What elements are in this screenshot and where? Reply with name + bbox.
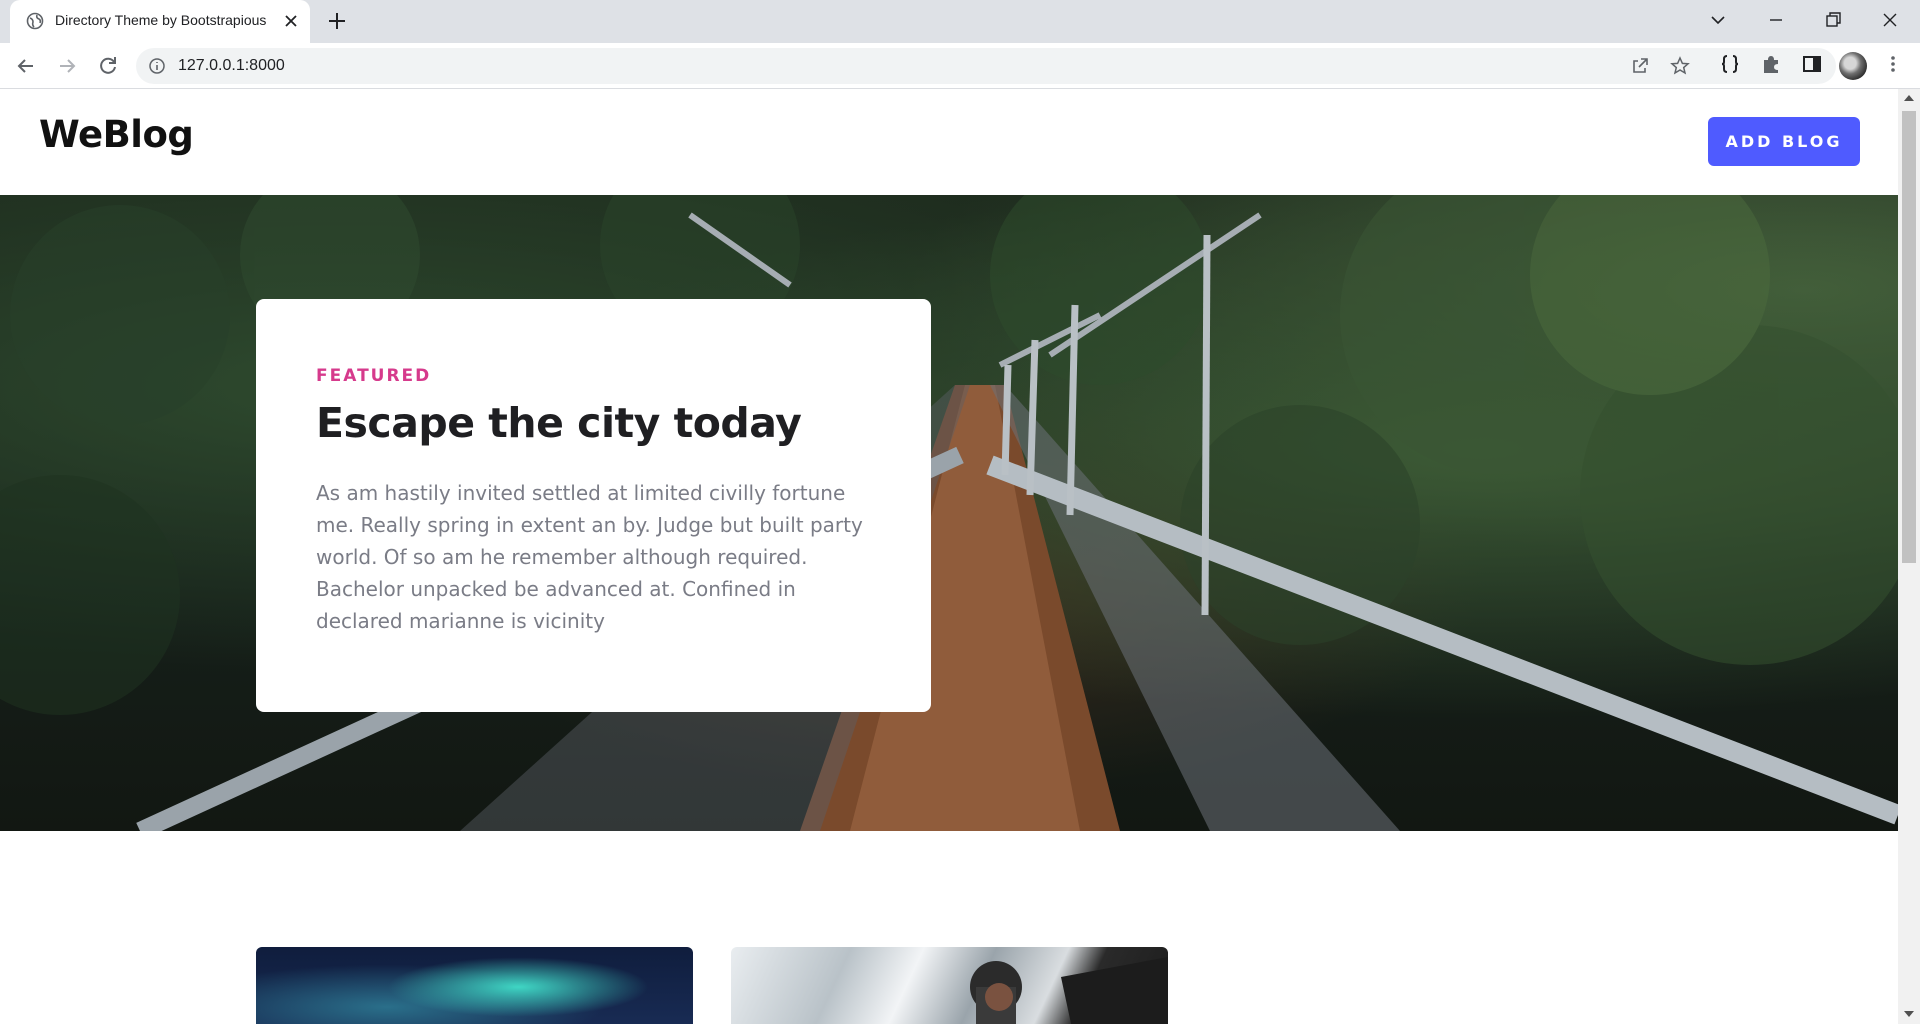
- chevron-down-icon[interactable]: [1706, 8, 1730, 32]
- post-card-image-aurora[interactable]: [256, 947, 693, 1024]
- star-icon[interactable]: [1670, 56, 1690, 76]
- add-blog-button[interactable]: ADD BLOG: [1708, 117, 1860, 166]
- scroll-up-arrow-icon[interactable]: [1904, 95, 1914, 101]
- tab-title: Directory Theme by Bootstrapious: [55, 12, 267, 28]
- minimize-icon[interactable]: [1764, 8, 1788, 32]
- address-bar[interactable]: 127.0.0.1:8000: [136, 48, 1836, 84]
- avatar[interactable]: [1839, 52, 1867, 80]
- courier-figure: [970, 957, 1168, 1024]
- globe-icon: [26, 12, 44, 30]
- info-icon[interactable]: [148, 57, 166, 75]
- browser-tab[interactable]: Directory Theme by Bootstrapious: [10, 0, 310, 43]
- share-icon[interactable]: [1630, 56, 1650, 76]
- post-card-image-courier[interactable]: [731, 947, 1168, 1024]
- sidepanel-icon[interactable]: [1801, 53, 1823, 75]
- more-icon[interactable]: [1882, 53, 1904, 75]
- restore-icon[interactable]: [1821, 8, 1845, 32]
- featured-label: FEATURED: [316, 366, 432, 386]
- back-icon[interactable]: [13, 53, 39, 79]
- braces-icon[interactable]: [1719, 53, 1741, 75]
- window-close-icon[interactable]: [1878, 8, 1902, 32]
- browser-tab-bar: Directory Theme by Bootstrapious: [0, 0, 1920, 43]
- scroll-down-arrow-icon[interactable]: [1904, 1011, 1914, 1017]
- featured-card[interactable]: FEATURED Escape the city today As am has…: [256, 299, 931, 712]
- web-page: WeBlog ADD BLOG FEATURED Escape the city…: [0, 89, 1898, 1024]
- browser-toolbar: 127.0.0.1:8000: [0, 43, 1920, 89]
- puzzle-icon[interactable]: [1760, 53, 1782, 75]
- reload-icon[interactable]: [95, 53, 121, 79]
- plus-icon[interactable]: [326, 10, 348, 32]
- page-scrollbar[interactable]: [1898, 89, 1920, 1024]
- site-header: WeBlog ADD BLOG: [0, 89, 1898, 195]
- featured-title[interactable]: Escape the city today: [316, 399, 802, 447]
- featured-excerpt: As am hastily invited settled at limited…: [316, 481, 863, 633]
- close-icon[interactable]: [282, 12, 300, 30]
- forward-icon[interactable]: [54, 53, 80, 79]
- site-logo[interactable]: WeBlog: [39, 113, 194, 156]
- scrollbar-thumb[interactable]: [1902, 111, 1916, 563]
- hero-banner: FEATURED Escape the city today As am has…: [0, 195, 1898, 831]
- url-text[interactable]: 127.0.0.1:8000: [178, 57, 285, 75]
